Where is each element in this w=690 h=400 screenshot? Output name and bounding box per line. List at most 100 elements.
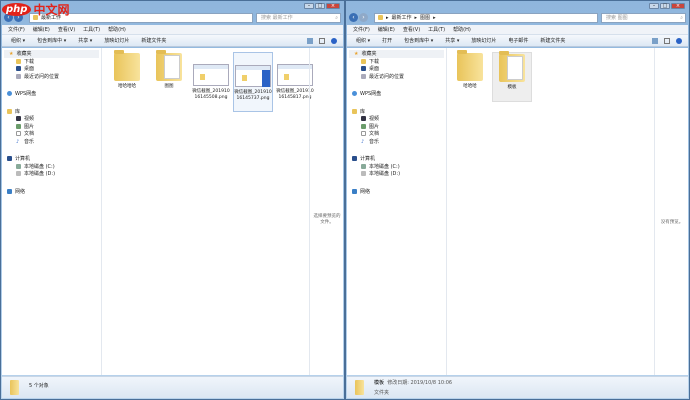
help-icon[interactable] — [676, 38, 682, 44]
folder-item[interactable]: 哈哈哈 — [450, 50, 490, 90]
menu-file[interactable]: 文件(F) — [353, 26, 370, 33]
folder-item[interactable]: 模板 — [492, 51, 532, 102]
preview-pane-icon[interactable] — [664, 38, 670, 44]
sidebar-favorites[interactable]: ★ 收藏夹 — [4, 50, 99, 58]
back-button[interactable]: ‹ — [349, 13, 358, 22]
forward-button[interactable]: › — [359, 13, 368, 22]
sidebar-item-pictures[interactable]: 图片 — [347, 123, 446, 131]
downloads-icon — [16, 58, 21, 64]
status-bar: 5 个对象 — [2, 376, 343, 398]
folder-icon — [499, 51, 525, 82]
menu-edit[interactable]: 编辑(E) — [33, 26, 50, 33]
computer-icon — [352, 156, 357, 162]
sidebar-item-pictures[interactable]: 图片 — [2, 123, 101, 131]
sidebar-item-drive-d[interactable]: 本地磁盘 (D:) — [2, 170, 101, 178]
search-input[interactable]: 搜索 最新工作 ⌕ — [256, 12, 341, 23]
navigation-pane: ★ 收藏夹 下载 桌面 最近访问的位置 WPS网盘 库 视频 图片 文档 ♪ 音乐 … — [2, 48, 102, 375]
menu-tools[interactable]: 工具(T) — [83, 26, 100, 33]
desktop-icon — [361, 66, 366, 72]
network-icon — [7, 188, 12, 194]
music-icon: ♪ — [361, 138, 365, 145]
email-button[interactable]: 电子邮件 — [508, 37, 528, 44]
minimize-button[interactable]: – — [304, 3, 314, 9]
image-thumbnail — [235, 65, 271, 87]
folder-item[interactable]: 图图 — [149, 50, 189, 90]
slideshow-button[interactable]: 放映幻灯片 — [104, 37, 129, 44]
new-folder-button[interactable]: 新建文件夹 — [141, 37, 166, 44]
file-item[interactable]: 微信截图_20191016145737.png — [233, 52, 273, 112]
slideshow-button[interactable]: 放映幻灯片 — [471, 37, 496, 44]
sidebar-item-desktop[interactable]: 桌面 — [2, 65, 101, 73]
organize-button[interactable]: 组织 ▾ — [356, 37, 370, 44]
address-bar[interactable]: ▸ 最新工作 ▸ 图图 ▸ — [374, 12, 598, 23]
sidebar-item-drive-c[interactable]: 本地磁盘 (C:) — [2, 163, 101, 171]
share-button[interactable]: 共享 ▾ — [445, 37, 459, 44]
sidebar-item-drive-d[interactable]: 本地磁盘 (D:) — [347, 170, 446, 178]
maximize-button[interactable]: □ — [660, 3, 670, 9]
include-library-button[interactable]: 包含到库中 ▾ — [37, 37, 66, 44]
search-input[interactable]: 搜索 图图 ⌕ — [601, 12, 686, 23]
sidebar-item-music[interactable]: ♪ 音乐 — [347, 138, 446, 146]
close-button[interactable]: × — [671, 3, 685, 9]
file-item[interactable]: 微信截图_20191016145508.png — [191, 52, 231, 101]
explorer-window-right: – □ × ‹ › ▸ 最新工作 ▸ 图图 ▸ 搜索 图图 ⌕ 文件(F) 编辑(E) 查看(V) 工… — [345, 0, 690, 400]
sidebar-library[interactable]: 库 — [2, 108, 101, 116]
sidebar-computer[interactable]: 计算机 — [2, 155, 101, 163]
window-controls: – □ × — [649, 3, 685, 9]
command-bar: 组织 ▾ 包含到库中 ▾ 共享 ▾ 放映幻灯片 新建文件夹 — [2, 35, 343, 47]
view-icon[interactable] — [652, 38, 658, 44]
share-button[interactable]: 共享 ▾ — [78, 37, 92, 44]
menu-view[interactable]: 查看(V) — [58, 26, 75, 33]
organize-button[interactable]: 组织 ▾ — [11, 37, 25, 44]
view-icon[interactable] — [307, 38, 313, 44]
menu-file[interactable]: 文件(F) — [8, 26, 25, 33]
sidebar-item-recent[interactable]: 最近访问的位置 — [2, 73, 101, 81]
menu-help[interactable]: 帮助(H) — [453, 26, 471, 33]
sidebar-computer[interactable]: 计算机 — [347, 155, 446, 163]
menu-help[interactable]: 帮助(H) — [108, 26, 126, 33]
sidebar-item-documents[interactable]: 文档 — [347, 130, 446, 138]
minimize-button[interactable]: – — [649, 3, 659, 9]
sidebar-item-videos[interactable]: 视频 — [347, 115, 446, 123]
sidebar-network[interactable]: 网络 — [347, 188, 446, 196]
preview-pane-icon[interactable] — [319, 38, 325, 44]
library-icon — [7, 108, 12, 114]
close-button[interactable]: × — [326, 3, 340, 9]
breadcrumb-item[interactable]: 最新工作 — [392, 14, 412, 21]
sidebar-item-downloads[interactable]: 下载 — [2, 58, 101, 66]
maximize-button[interactable]: □ — [315, 3, 325, 9]
image-thumbnail — [277, 64, 313, 86]
php-logo: php 中文网 — [2, 1, 69, 18]
sidebar-item-music[interactable]: ♪ 音乐 — [2, 138, 101, 146]
sidebar-item-videos[interactable]: 视频 — [2, 115, 101, 123]
open-button[interactable]: 打开 — [382, 37, 392, 44]
sidebar-wps[interactable]: WPS网盘 — [347, 90, 446, 98]
sidebar-item-documents[interactable]: 文档 — [2, 130, 101, 138]
menu-tools[interactable]: 工具(T) — [428, 26, 445, 33]
star-icon: ★ — [354, 50, 359, 57]
menu-edit[interactable]: 编辑(E) — [378, 26, 395, 33]
sidebar-item-downloads[interactable]: 下载 — [347, 58, 446, 66]
sidebar-wps[interactable]: WPS网盘 — [2, 90, 101, 98]
sidebar-favorites[interactable]: ★ 收藏夹 — [349, 50, 444, 58]
documents-icon — [361, 131, 366, 137]
file-list: 哈哈哈哈 图图 微信截图_20191016145508.png 微信截图_201… — [102, 48, 314, 375]
sidebar-item-desktop[interactable]: 桌面 — [347, 65, 446, 73]
command-bar: 组织 ▾ 打开 包含到库中 ▾ 共享 ▾ 放映幻灯片 电子邮件 新建文件夹 — [347, 35, 688, 47]
folder-icon — [10, 380, 19, 395]
include-library-button[interactable]: 包含到库中 ▾ — [404, 37, 433, 44]
computer-icon — [7, 156, 12, 162]
sidebar-network[interactable]: 网络 — [2, 188, 101, 196]
new-folder-button[interactable]: 新建文件夹 — [540, 37, 565, 44]
sidebar-item-recent[interactable]: 最近访问的位置 — [347, 73, 446, 81]
breadcrumb-item[interactable]: 图图 — [420, 14, 430, 21]
star-icon: ★ — [9, 50, 14, 57]
navigation-pane: ★ 收藏夹 下载 桌面 最近访问的位置 WPS网盘 库 视频 图片 文档 ♪ 音乐 … — [347, 48, 447, 375]
explorer-window-left: – □ × ‹ › 最新工作 搜索 最新工作 ⌕ 文件(F) 编辑(E) 查看(V) 工具(T… — [0, 0, 345, 400]
menu-view[interactable]: 查看(V) — [403, 26, 420, 33]
sidebar-library[interactable]: 库 — [347, 108, 446, 116]
help-icon[interactable] — [331, 38, 337, 44]
sidebar-item-drive-c[interactable]: 本地磁盘 (C:) — [347, 163, 446, 171]
network-icon — [352, 188, 357, 194]
folder-item[interactable]: 哈哈哈哈 — [107, 50, 147, 90]
